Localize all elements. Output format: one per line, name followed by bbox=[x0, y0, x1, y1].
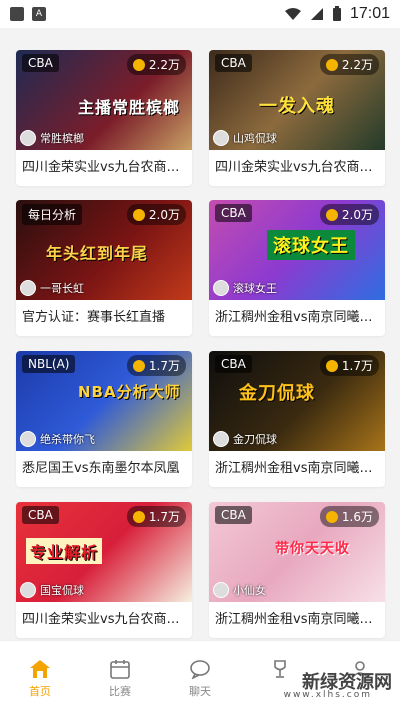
tab-matches[interactable]: 比赛 bbox=[80, 641, 160, 711]
view-count: 1.7万 bbox=[126, 355, 186, 376]
trophy-icon bbox=[274, 660, 286, 678]
avatar bbox=[20, 431, 36, 447]
view-count: 1.6万 bbox=[319, 506, 379, 527]
anchor-info: 国宝侃球 bbox=[20, 582, 84, 598]
match-title: 悉尼国王vs东南墨尔本凤凰 bbox=[22, 461, 180, 476]
anchor-info: 山鸡侃球 bbox=[213, 130, 277, 146]
league-badge: CBA bbox=[215, 355, 252, 373]
card-thumbnail[interactable]: 一发入魂 CBA 2.2万 山鸡侃球 bbox=[209, 50, 385, 150]
tab-label: 聊天 bbox=[189, 685, 211, 698]
avatar bbox=[20, 280, 36, 296]
popularity-icon bbox=[325, 359, 338, 372]
match-title: 四川金荣实业vs九台农商… bbox=[215, 160, 373, 175]
anchor-info: 一哥长虹 bbox=[20, 280, 84, 296]
watermark-url: www.xlhs.com bbox=[283, 690, 372, 700]
avatar bbox=[213, 431, 229, 447]
status-time: 17:01 bbox=[349, 5, 390, 22]
popularity-icon bbox=[132, 208, 145, 221]
card-thumbnail[interactable]: 金刀侃球 CBA 1.7万 金刀侃球 bbox=[209, 351, 385, 451]
league-badge: CBA bbox=[215, 204, 252, 222]
tab-home[interactable]: 首页 bbox=[0, 641, 80, 711]
live-card[interactable]: 滚球女王 CBA 2.0万 滚球女王 浙江稠州金租vs南京同曦… bbox=[209, 200, 385, 336]
wifi-icon bbox=[284, 8, 301, 20]
anchor-info: 常胜槟榔 bbox=[20, 130, 84, 146]
avatar bbox=[213, 582, 229, 598]
popularity-icon bbox=[132, 510, 145, 523]
match-title: 浙江稠州金租vs南京同曦… bbox=[215, 310, 373, 325]
avatar bbox=[20, 582, 36, 598]
popularity-icon bbox=[325, 208, 338, 221]
thumbnail-caption: 金刀侃球 bbox=[239, 383, 315, 404]
anchor-info: 滚球女王 bbox=[213, 280, 277, 296]
view-count: 1.7万 bbox=[319, 355, 379, 376]
popularity-icon bbox=[132, 359, 145, 372]
battery-icon bbox=[332, 6, 341, 21]
anchor-info: 小仙女 bbox=[213, 582, 266, 598]
league-badge: CBA bbox=[22, 506, 59, 524]
tab-label: 首页 bbox=[29, 685, 51, 698]
card-thumbnail[interactable]: 主播常胜槟榔 CBA 2.2万 常胜槟榔 bbox=[16, 50, 192, 150]
thumbnail-caption: 一发入魂 bbox=[259, 96, 335, 117]
notification-icon: A bbox=[32, 7, 46, 21]
league-badge: 每日分析 bbox=[22, 204, 83, 225]
live-card[interactable]: 带你天天收 CBA 1.6万 小仙女 浙江稠州金租vs南京同曦… bbox=[209, 502, 385, 638]
match-title: 浙江稠州金租vs南京同曦… bbox=[215, 461, 373, 476]
live-card[interactable]: 金刀侃球 CBA 1.7万 金刀侃球 浙江稠州金租vs南京同曦… bbox=[209, 351, 385, 487]
status-bar: A 17:01 bbox=[0, 0, 400, 28]
thumbnail-caption: 滚球女王 bbox=[267, 230, 355, 260]
card-thumbnail[interactable]: 专业解析 CBA 1.7万 国宝侃球 bbox=[16, 502, 192, 602]
thumbnail-caption: 年头红到年尾 bbox=[46, 244, 149, 263]
match-title: 浙江稠州金租vs南京同曦… bbox=[215, 612, 373, 627]
match-title: 四川金荣实业vs九台农商… bbox=[22, 612, 180, 627]
anchor-info: 金刀侃球 bbox=[213, 431, 277, 447]
league-badge: NBL(A) bbox=[22, 355, 76, 373]
view-count: 2.2万 bbox=[319, 54, 379, 75]
thumbnail-caption: 专业解析 bbox=[26, 538, 103, 564]
match-title: 四川金荣实业vs九台农商… bbox=[22, 160, 180, 175]
thumbnail-caption: 带你天天收 bbox=[275, 541, 350, 557]
league-badge: CBA bbox=[22, 54, 59, 72]
avatar bbox=[213, 280, 229, 296]
card-thumbnail[interactable]: NBA分析大师 NBL(A) 1.7万 绝杀带你飞 bbox=[16, 351, 192, 451]
league-badge: CBA bbox=[215, 54, 252, 72]
league-badge: CBA bbox=[215, 506, 252, 524]
home-icon bbox=[30, 660, 50, 678]
view-count: 1.7万 bbox=[126, 506, 186, 527]
calendar-icon bbox=[110, 660, 130, 679]
thumbnail-caption: NBA分析大师 bbox=[78, 383, 181, 401]
gallery-icon bbox=[10, 7, 24, 21]
signal-icon bbox=[310, 8, 323, 20]
popularity-icon bbox=[132, 58, 145, 71]
anchor-info: 绝杀带你飞 bbox=[20, 431, 95, 447]
avatar bbox=[213, 130, 229, 146]
card-thumbnail[interactable]: 滚球女王 CBA 2.0万 滚球女王 bbox=[209, 200, 385, 300]
view-count: 2.2万 bbox=[126, 54, 186, 75]
view-count: 2.0万 bbox=[319, 204, 379, 225]
popularity-icon bbox=[325, 510, 338, 523]
card-thumbnail[interactable]: 带你天天收 CBA 1.6万 小仙女 bbox=[209, 502, 385, 602]
live-card[interactable]: 主播常胜槟榔 CBA 2.2万 常胜槟榔 四川金荣实业vs九台农商… bbox=[16, 50, 192, 186]
view-count: 2.0万 bbox=[126, 204, 186, 225]
live-card[interactable]: 一发入魂 CBA 2.2万 山鸡侃球 四川金荣实业vs九台农商… bbox=[209, 50, 385, 186]
tab-chat[interactable]: 聊天 bbox=[160, 641, 240, 711]
popularity-icon bbox=[325, 58, 338, 71]
live-card[interactable]: 年头红到年尾 每日分析 2.0万 一哥长虹 官方认证：赛事长红直播 bbox=[16, 200, 192, 336]
chat-icon bbox=[190, 660, 210, 679]
tab-label: 比赛 bbox=[109, 685, 131, 698]
live-card[interactable]: NBA分析大师 NBL(A) 1.7万 绝杀带你飞 悉尼国王vs东南墨尔本凤凰 bbox=[16, 351, 192, 487]
card-thumbnail[interactable]: 年头红到年尾 每日分析 2.0万 一哥长虹 bbox=[16, 200, 192, 300]
match-title: 官方认证：赛事长红直播 bbox=[22, 310, 166, 325]
avatar bbox=[20, 130, 36, 146]
live-card[interactable]: 专业解析 CBA 1.7万 国宝侃球 四川金荣实业vs九台农商… bbox=[16, 502, 192, 638]
live-room-grid: 主播常胜槟榔 CBA 2.2万 常胜槟榔 四川金荣实业vs九台农商… 一发入魂 … bbox=[0, 28, 400, 640]
thumbnail-caption: 主播常胜槟榔 bbox=[78, 98, 181, 117]
